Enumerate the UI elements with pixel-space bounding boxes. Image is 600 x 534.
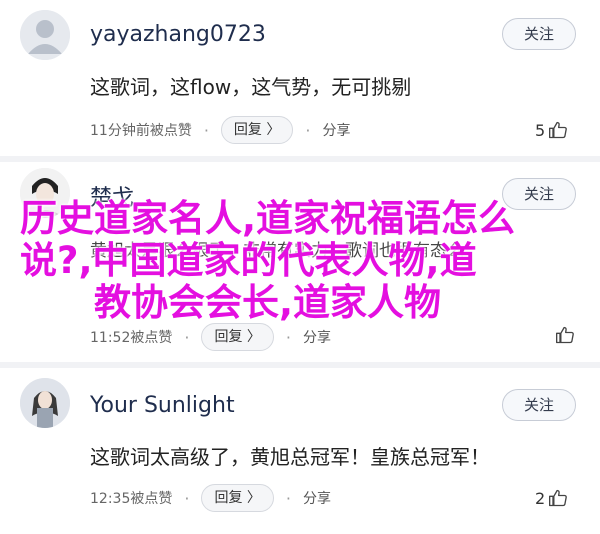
thumbs-up-icon	[549, 121, 568, 139]
share-button[interactable]: 分享	[303, 488, 331, 508]
like-timestamp: 11:52被点赞	[90, 330, 173, 346]
divider	[0, 362, 600, 368]
comment-meta: 11:52被点赞 · 回复 〉 · 分享	[90, 322, 331, 352]
separator-dot: ·	[184, 488, 190, 508]
share-button[interactable]: 分享	[322, 120, 350, 140]
thumbs-up-icon	[549, 489, 568, 507]
separator-dot: ·	[184, 327, 190, 347]
separator-dot: ·	[285, 327, 291, 347]
overlay-title: 历史道家名人,道家祝福语怎么 说?,中国道家的代表人物,道 教协会会长,道家人物	[20, 198, 600, 324]
like-button[interactable]: 2	[535, 483, 568, 513]
overlay-title-line: 教协会会长,道家人物	[94, 281, 442, 324]
username[interactable]: Your Sunlight	[90, 393, 235, 418]
thumbs-up-icon	[556, 326, 574, 344]
follow-button[interactable]: 关注	[502, 18, 576, 50]
user-photo-avatar	[20, 378, 70, 428]
like-timestamp: 12:35被点赞	[90, 491, 173, 507]
divider	[0, 156, 600, 162]
like-button[interactable]: 5	[535, 115, 568, 145]
like-timestamp: 11分钟前被点赞	[90, 123, 192, 139]
avatar[interactable]	[20, 168, 70, 218]
username[interactable]: 楚戈	[90, 180, 134, 212]
avatar[interactable]	[20, 378, 70, 428]
follow-button[interactable]: 关注	[502, 178, 576, 210]
follow-button[interactable]: 关注	[502, 389, 576, 421]
like-count: 2	[535, 488, 546, 508]
reply-button[interactable]: 回复 〉	[201, 484, 274, 512]
like-button[interactable]	[552, 320, 575, 350]
comment-text: 这歌词，这flow，这气势，无可挑剔	[90, 75, 412, 99]
user-photo-avatar	[20, 168, 70, 218]
comment-text: 黄旭太是狠么狠了，非常有实力，歌词也很有态么	[90, 241, 464, 261]
username[interactable]: yayazhang0723	[90, 22, 266, 47]
separator-dot: ·	[305, 120, 311, 140]
avatar[interactable]	[20, 10, 70, 60]
comment-text: 这歌词太高级了，黄旭总冠军！皇族总冠军！	[90, 445, 490, 469]
comment-meta: 11分钟前被点赞 · 回复 〉 · 分享	[90, 115, 350, 145]
comment-meta: 12:35被点赞 · 回复 〉 · 分享	[90, 483, 331, 513]
default-avatar-icon	[20, 10, 70, 60]
reply-button[interactable]: 回复 〉	[220, 116, 294, 144]
share-button[interactable]: 分享	[303, 327, 331, 347]
reply-button[interactable]: 回复 〉	[201, 323, 274, 351]
separator-dot: ·	[203, 120, 209, 140]
separator-dot: ·	[285, 488, 291, 508]
like-count: 5	[535, 120, 546, 140]
